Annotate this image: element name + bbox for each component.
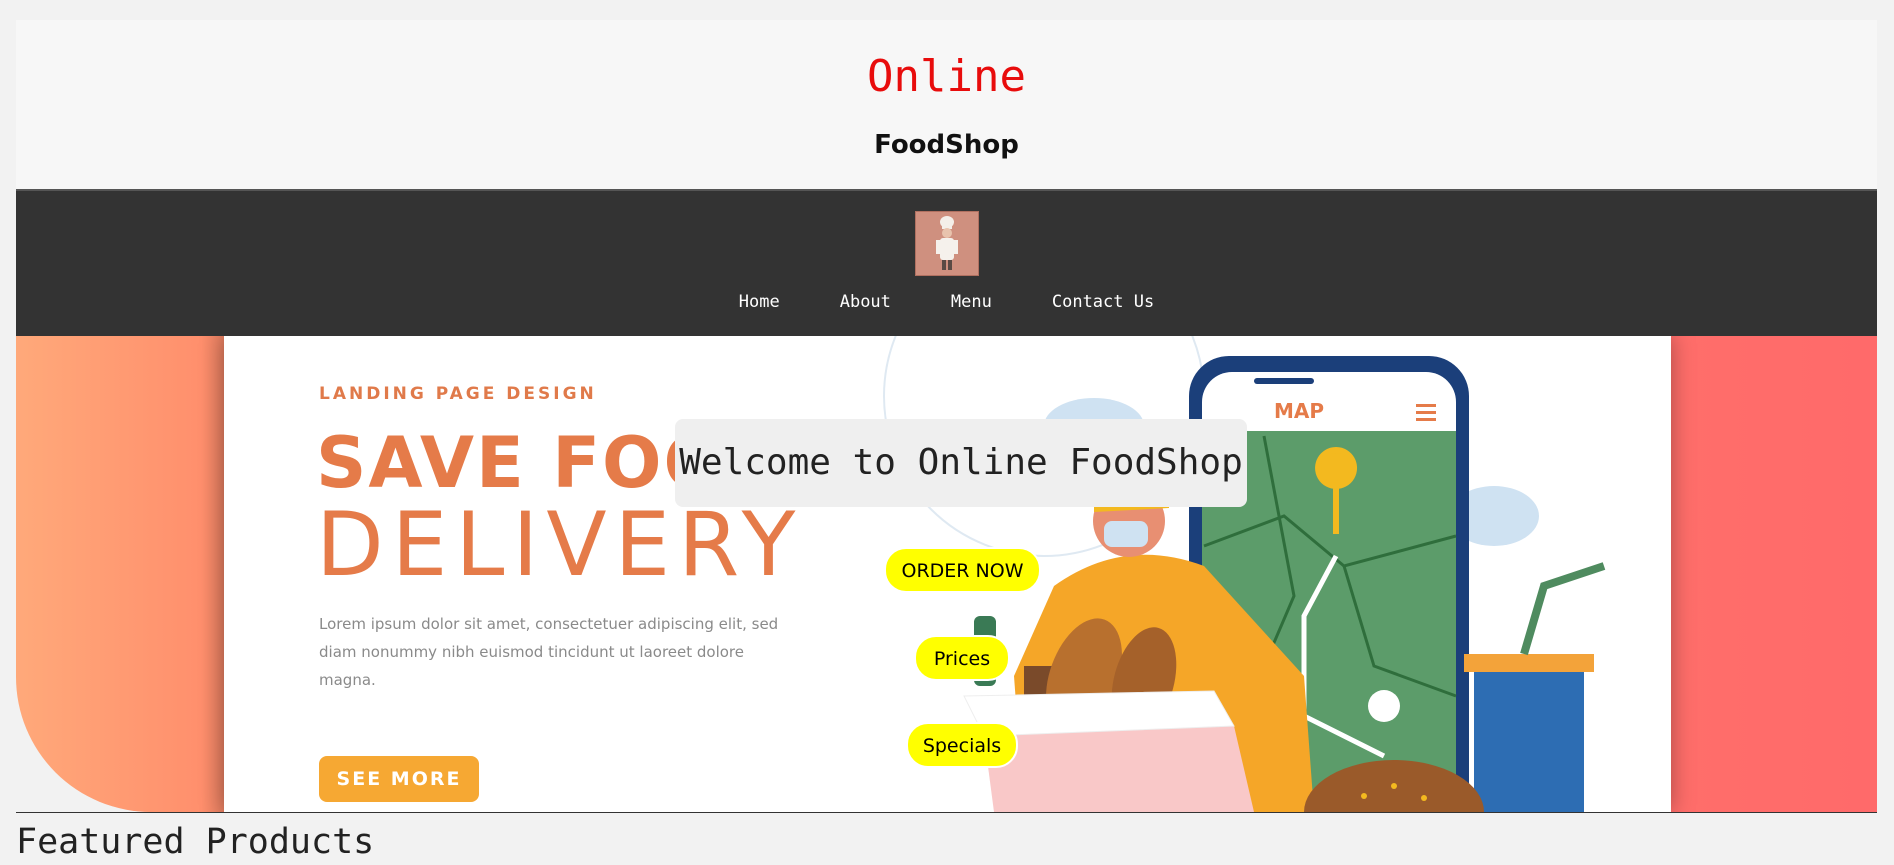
chef-figure (916, 212, 978, 275)
section-divider (16, 812, 1877, 813)
nav-link-home[interactable]: Home (709, 290, 810, 314)
chef-logo-icon[interactable] (915, 211, 979, 276)
brand-header: Online FoodShop (16, 20, 1877, 189)
brand-title: Online (867, 51, 1026, 102)
prices-button[interactable]: Prices (914, 635, 1010, 681)
nav-links: Home About Menu Contact Us (16, 290, 1877, 314)
main-navbar: Home About Menu Contact Us (16, 189, 1877, 338)
order-now-button[interactable]: ORDER NOW (884, 547, 1041, 593)
nav-link-about[interactable]: About (810, 290, 921, 314)
specials-button[interactable]: Specials (906, 722, 1018, 768)
welcome-heading: Welcome to Online FoodShop (675, 419, 1247, 507)
banner-map-label: MAP (1274, 399, 1324, 423)
nav-link-menu[interactable]: Menu (921, 290, 1022, 314)
nav-link-contact[interactable]: Contact Us (1022, 290, 1184, 314)
hero-section: LANDING PAGE DESIGN SAVE FOOD DELIVERY L… (16, 336, 1877, 812)
featured-products-heading: Featured Products (16, 822, 375, 862)
page: Online FoodShop Home About Menu Contact … (16, 20, 1877, 865)
brand-subtitle: FoodShop (874, 130, 1019, 160)
